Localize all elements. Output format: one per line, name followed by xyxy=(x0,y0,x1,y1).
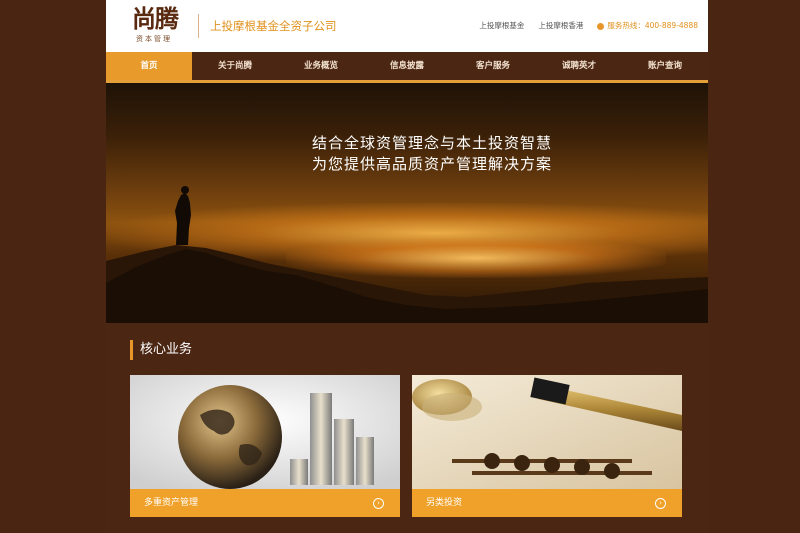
top-links: 上投摩根基金 上投摩根香港 服务热线：400-889-4888 xyxy=(479,21,698,31)
banner-headline-1: 结合全球资管理念与本土投资智慧 xyxy=(311,134,552,152)
nav-item-account[interactable]: 账户查询 xyxy=(622,52,708,80)
card-alternative-investment[interactable]: 另类投资 › xyxy=(412,375,682,517)
circle-arrow-right-icon[interactable]: › xyxy=(373,498,384,509)
card-bar: 多重资产管理 › xyxy=(130,489,400,517)
section-title: 核心业务 xyxy=(130,340,192,360)
globe-coins-image xyxy=(130,375,400,489)
mountain-silhouette xyxy=(106,186,708,323)
header: 尚腾 资本管理 上投摩根基金全资子公司 上投摩根基金 上投摩根香港 服务热线：4… xyxy=(106,0,708,52)
phone-icon xyxy=(597,22,605,30)
person-head xyxy=(181,186,189,194)
nav-item-disclosure[interactable]: 信息披露 xyxy=(364,52,450,80)
hero-banner: 结合全球资管理念与本土投资智慧 为您提供高品质资产管理解决方案 xyxy=(106,83,708,323)
company-tagline: 上投摩根基金全资子公司 xyxy=(210,19,337,33)
card-label: 多重资产管理 xyxy=(144,498,199,508)
abacus-pen-image xyxy=(412,375,682,489)
nav-item-about[interactable]: 关于尚腾 xyxy=(192,52,278,80)
header-divider xyxy=(198,14,199,38)
logo-sub-text: 资本管理 xyxy=(136,35,172,43)
circle-arrow-right-icon[interactable]: › xyxy=(655,498,666,509)
logo[interactable]: 尚腾 资本管理 xyxy=(130,5,190,47)
hotline: 服务热线：400-889-4888 xyxy=(597,21,698,31)
page-container: 尚腾 资本管理 上投摩根基金全资子公司 上投摩根基金 上投摩根香港 服务热线：4… xyxy=(106,0,708,533)
nav-item-service[interactable]: 客户服务 xyxy=(450,52,536,80)
top-link-hongkong[interactable]: 上投摩根香港 xyxy=(538,21,583,31)
standing-person xyxy=(175,193,191,245)
main-nav: 首页 关于尚腾 业务概览 信息披露 客户服务 诚聘英才 账户查询 xyxy=(106,52,708,80)
card-label: 另类投资 xyxy=(426,498,463,508)
card-bar: 另类投资 › xyxy=(412,489,682,517)
card-multi-asset[interactable]: 多重资产管理 › xyxy=(130,375,400,517)
nav-item-home[interactable]: 首页 xyxy=(106,52,192,80)
banner-headline-2: 为您提供高品质资产管理解决方案 xyxy=(311,155,552,173)
top-link-fund[interactable]: 上投摩根基金 xyxy=(479,21,524,31)
nav-item-careers[interactable]: 诚聘英才 xyxy=(536,52,622,80)
logo-main-text: 尚腾 xyxy=(132,4,179,33)
nav-item-business[interactable]: 业务概览 xyxy=(278,52,364,80)
hotline-text: 服务热线：400-889-4888 xyxy=(607,21,698,30)
